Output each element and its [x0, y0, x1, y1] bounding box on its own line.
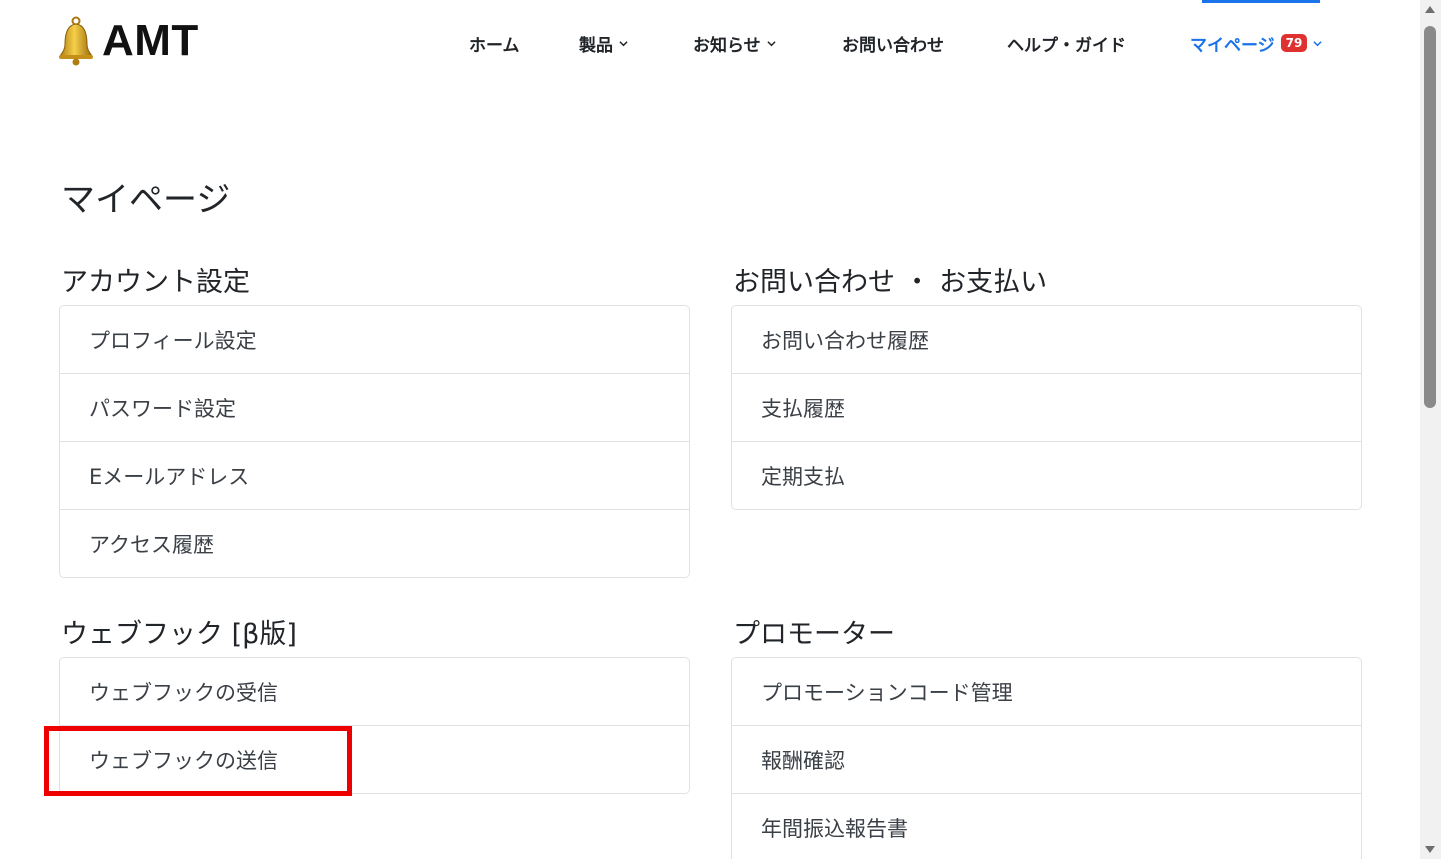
brand-logo-link[interactable]: AMT [58, 16, 199, 66]
nav-help[interactable]: ヘルプ・ガイド [1007, 30, 1126, 56]
page-title: マイページ [61, 180, 231, 220]
nav-active-indicator [1202, 0, 1320, 3]
navbar: AMT ホーム 製品 お知らせ お問い合わせ ヘルプ・ガイド マイページ 79 [0, 0, 1420, 86]
list-item-payment-history[interactable]: 支払履歴 [732, 374, 1361, 442]
promoter-list: プロモーションコード管理 報酬確認 年間振込報告書 [731, 657, 1362, 859]
chevron-down-icon [767, 40, 776, 46]
brand-name: AMT [102, 16, 199, 65]
bell-icon [59, 16, 93, 66]
list-item-profile-settings[interactable]: プロフィール設定 [60, 306, 689, 374]
list-item-recurring-payment[interactable]: 定期支払 [732, 442, 1361, 509]
section-heading-promoter: プロモーター [733, 619, 895, 650]
vertical-scrollbar[interactable] [1420, 0, 1441, 859]
nav-help-label: ヘルプ・ガイド [1007, 35, 1126, 56]
nav-home[interactable]: ホーム [469, 30, 520, 56]
nav-news[interactable]: お知らせ [693, 30, 776, 56]
chevron-down-icon [1313, 40, 1322, 46]
webhook-list: ウェブフックの受信 ウェブフックの送信 [59, 657, 690, 794]
list-item-webhook-receive[interactable]: ウェブフックの受信 [60, 658, 689, 726]
nav-news-label: お知らせ [693, 35, 761, 56]
nav-products-label: 製品 [579, 35, 613, 56]
section-heading-support: お問い合わせ ・ お支払い [733, 267, 1048, 298]
nav-products[interactable]: 製品 [579, 30, 628, 56]
chevron-down-icon [619, 40, 628, 46]
nav-contact[interactable]: お問い合わせ [842, 30, 944, 56]
scroll-down-arrow-icon[interactable] [1425, 846, 1435, 853]
section-heading-webhook: ウェブフック [β版] [61, 619, 297, 650]
scroll-up-arrow-icon[interactable] [1425, 6, 1435, 13]
list-item-password-settings[interactable]: パスワード設定 [60, 374, 689, 442]
list-item-access-history[interactable]: アクセス履歴 [60, 510, 689, 577]
list-item-annual-transfer-report[interactable]: 年間振込報告書 [732, 794, 1361, 859]
nav-contact-label: お問い合わせ [842, 35, 944, 56]
nav-home-label: ホーム [469, 35, 520, 56]
list-item-promo-code-management[interactable]: プロモーションコード管理 [732, 658, 1361, 726]
list-item-email-address[interactable]: Eメールアドレス [60, 442, 689, 510]
account-list: プロフィール設定 パスワード設定 Eメールアドレス アクセス履歴 [59, 305, 690, 578]
list-item-inquiry-history[interactable]: お問い合わせ履歴 [732, 306, 1361, 374]
notification-badge: 79 [1280, 34, 1308, 52]
support-list: お問い合わせ履歴 支払履歴 定期支払 [731, 305, 1362, 510]
scrollbar-thumb[interactable] [1424, 26, 1436, 408]
section-heading-account: アカウント設定 [61, 267, 250, 298]
list-item-reward-check[interactable]: 報酬確認 [732, 726, 1361, 794]
nav-mypage-label: マイページ [1190, 35, 1275, 56]
list-item-webhook-send[interactable]: ウェブフックの送信 [60, 726, 689, 793]
nav-mypage[interactable]: マイページ 79 [1190, 30, 1322, 56]
page: AMT ホーム 製品 お知らせ お問い合わせ ヘルプ・ガイド マイページ 79 … [0, 0, 1441, 859]
